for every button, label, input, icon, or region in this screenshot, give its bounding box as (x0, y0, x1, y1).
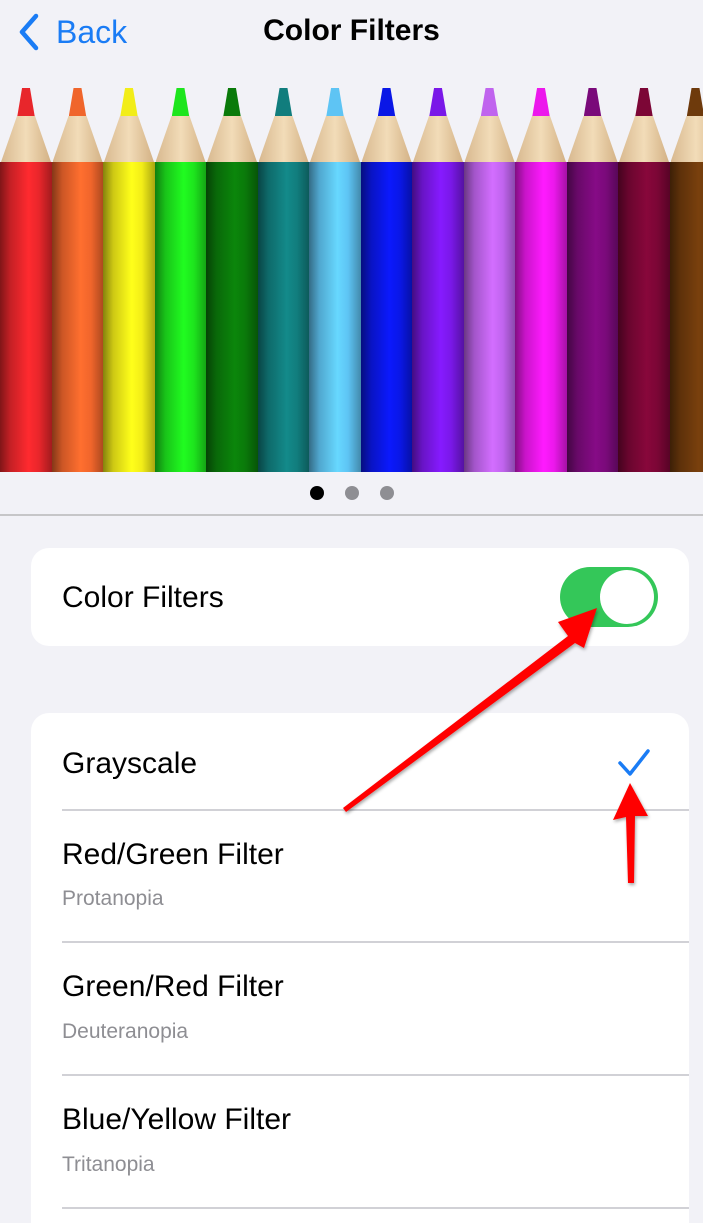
pencil-tip (17, 88, 35, 118)
pencil-wood (53, 116, 103, 162)
filter-option-label: Green/Red Filter (62, 970, 284, 1004)
filter-options-list: Grayscale Red/Green Filter Protanopia Gr… (31, 713, 689, 1223)
pencil (515, 86, 567, 472)
pencil-wood (156, 116, 206, 162)
pencil-tip (326, 88, 344, 118)
filter-option-green-red[interactable]: Green/Red Filter Deuteranopia (62, 942, 689, 1074)
pencil-tip (481, 88, 499, 118)
pencil (206, 86, 258, 472)
pencil (670, 86, 703, 472)
filter-option-label: Grayscale (62, 747, 197, 781)
pencil (361, 86, 413, 472)
pencil-wood (619, 116, 669, 162)
checkmark-icon (617, 748, 651, 778)
pencil-tip (275, 88, 293, 118)
pencil-body (258, 162, 310, 472)
pencil-body (206, 162, 258, 472)
page-dot[interactable] (380, 486, 394, 500)
filter-option-sublabel: Deuteranopia (62, 1020, 188, 1044)
pencil-wood (671, 116, 703, 162)
pencil-wood (413, 116, 463, 162)
pencil (103, 86, 155, 472)
pencil-tip (584, 88, 602, 118)
pencil-body (515, 162, 567, 472)
pencil-wood (259, 116, 309, 162)
pencil-body (309, 162, 361, 472)
pencil (155, 86, 207, 472)
pencil (309, 86, 361, 472)
pencil (567, 86, 619, 472)
pencil-body (412, 162, 464, 472)
pencil (0, 86, 52, 472)
filter-option-label: Blue/Yellow Filter (62, 1103, 291, 1137)
pencil-body (155, 162, 207, 472)
pencil-body (361, 162, 413, 472)
section-divider (0, 514, 703, 516)
pencil-tip (429, 88, 447, 118)
page-title: Color Filters (0, 14, 703, 48)
filter-option-grayscale[interactable]: Grayscale (62, 713, 689, 810)
pencil-body (567, 162, 619, 472)
color-filters-toggle-label: Color Filters (62, 581, 224, 615)
pencil-wood (465, 116, 515, 162)
row-separator (62, 1207, 689, 1209)
page-dot[interactable] (345, 486, 359, 500)
page-dot[interactable] (310, 486, 324, 500)
pencil-body (670, 162, 703, 472)
pencil (618, 86, 670, 472)
pencil-body (52, 162, 104, 472)
pencil-body (0, 162, 52, 472)
pencil-tip (69, 88, 87, 118)
toggle-knob (600, 570, 654, 624)
pencil-wood (516, 116, 566, 162)
pencil-wood (310, 116, 360, 162)
filter-option-red-green[interactable]: Red/Green Filter Protanopia (62, 810, 689, 941)
pencil-wood (362, 116, 412, 162)
pencil-body (103, 162, 155, 472)
pencil-tip (378, 88, 396, 118)
pencil-tip (687, 88, 703, 118)
filter-option-sublabel: Tritanopia (62, 1153, 155, 1177)
pencil (52, 86, 104, 472)
pencil-wood (1, 116, 51, 162)
color-filters-toggle-card: Color Filters (31, 548, 689, 646)
pencil-body (618, 162, 670, 472)
pencil-tip (223, 88, 241, 118)
pencil-tip (635, 88, 653, 118)
pencil (258, 86, 310, 472)
pencil-tip (532, 88, 550, 118)
pencil-wood (207, 116, 257, 162)
pencil-body (464, 162, 516, 472)
pencil (412, 86, 464, 472)
pencil-tip (172, 88, 190, 118)
pencil-wood (104, 116, 154, 162)
filter-option-label: Red/Green Filter (62, 838, 284, 872)
page-indicator[interactable] (0, 486, 703, 500)
filter-option-sublabel: Protanopia (62, 887, 164, 911)
filter-option-blue-yellow[interactable]: Blue/Yellow Filter Tritanopia (62, 1075, 689, 1207)
pencil-tip (120, 88, 138, 118)
pencil-wood (568, 116, 618, 162)
pencil (464, 86, 516, 472)
color-filters-toggle[interactable] (560, 567, 658, 627)
color-pencils-preview-image[interactable] (0, 86, 703, 472)
navigation-bar: Back Color Filters (0, 0, 703, 80)
